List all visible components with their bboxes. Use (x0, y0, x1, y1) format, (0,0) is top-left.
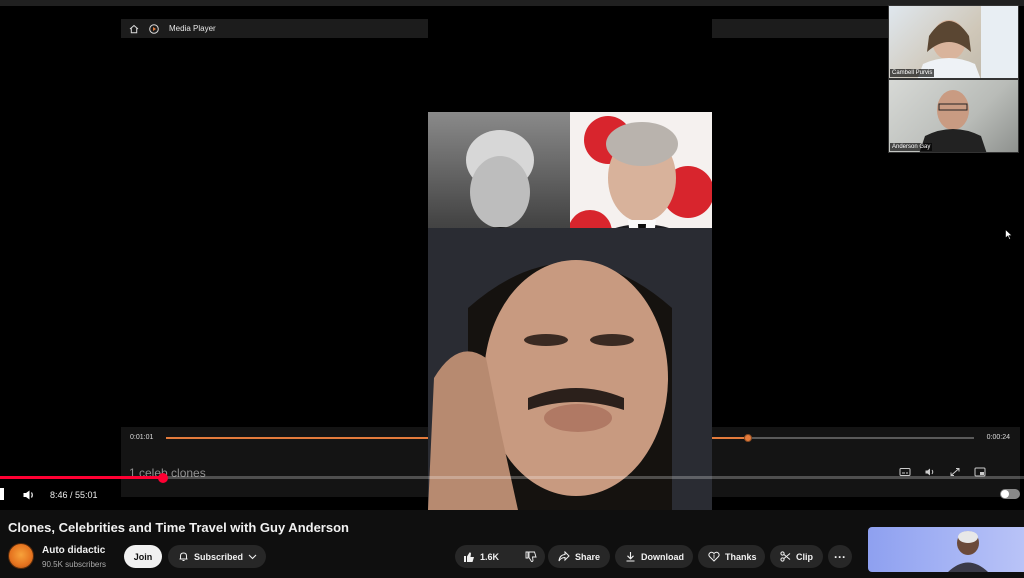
thumbs-up-icon (463, 551, 475, 563)
thanks-label: Thanks (725, 551, 757, 562)
participant-tile-anderson[interactable]: Anderson Gay (888, 79, 1019, 153)
like-button[interactable]: 1.6K (455, 545, 507, 568)
thanks-button[interactable]: Thanks (698, 545, 765, 568)
scissors-icon (780, 551, 791, 562)
heart-dollar-icon (708, 551, 720, 562)
clip-label: Clip (796, 551, 813, 562)
more-actions-button[interactable]: ··· (828, 545, 852, 568)
media-player-titlebar: Media Player (121, 19, 428, 38)
subscribed-button[interactable]: Subscribed (168, 545, 266, 568)
youtube-progress-knob[interactable] (157, 473, 168, 483)
media-player-time-remaining: 0:00:24 (986, 434, 1010, 441)
clip-button[interactable]: Clip (770, 545, 823, 568)
media-player-seek-knob[interactable] (743, 434, 752, 442)
webcam-overlay (428, 228, 712, 510)
mouse-cursor-icon (1005, 227, 1013, 245)
media-player-titlebar-right (712, 19, 890, 38)
join-button[interactable]: Join (124, 545, 162, 568)
play-pause-button[interactable] (0, 488, 4, 500)
download-button[interactable]: Download (615, 545, 693, 568)
like-dislike-group: 1.6K (455, 545, 545, 568)
participant-tile-cambell[interactable]: Cambell Purvis (888, 5, 1019, 79)
participant-name: Cambell Purvis (890, 69, 935, 77)
video-title: Clones, Celebrities and Time Travel with… (8, 520, 349, 535)
like-count: 1.6K (480, 551, 500, 562)
channel-name[interactable]: Auto didactic (42, 545, 105, 556)
download-label: Download (641, 551, 684, 562)
media-player-time-elapsed: 0:01:01 (130, 434, 154, 441)
video-player[interactable]: Media Player 0:01:01 0:00:24 1 celeb clo… (0, 0, 1024, 510)
channel-avatar[interactable] (8, 543, 34, 569)
channel-subscriber-count: 90.5K subscribers (42, 560, 107, 569)
volume-button[interactable] (22, 489, 36, 501)
recommended-video-thumbnail[interactable] (868, 527, 1024, 572)
chevron-down-icon (248, 554, 257, 560)
thumbs-down-icon (525, 551, 537, 563)
top-strip (0, 0, 1024, 6)
download-icon (625, 551, 636, 562)
participant-name: Anderson Gay (890, 143, 933, 151)
home-icon[interactable] (129, 24, 139, 34)
share-button[interactable]: Share (548, 545, 610, 568)
dislike-button[interactable] (517, 545, 545, 568)
youtube-time-display: 8:46 / 55:01 (50, 490, 98, 500)
share-arrow-icon (558, 551, 570, 562)
autoplay-toggle[interactable] (1000, 489, 1020, 499)
media-player-title: Media Player (169, 24, 216, 33)
share-label: Share (575, 551, 601, 562)
bell-icon (178, 551, 189, 562)
subscribed-label: Subscribed (194, 551, 244, 562)
youtube-progress-fill (0, 476, 163, 479)
media-player-logo-icon (149, 23, 159, 34)
